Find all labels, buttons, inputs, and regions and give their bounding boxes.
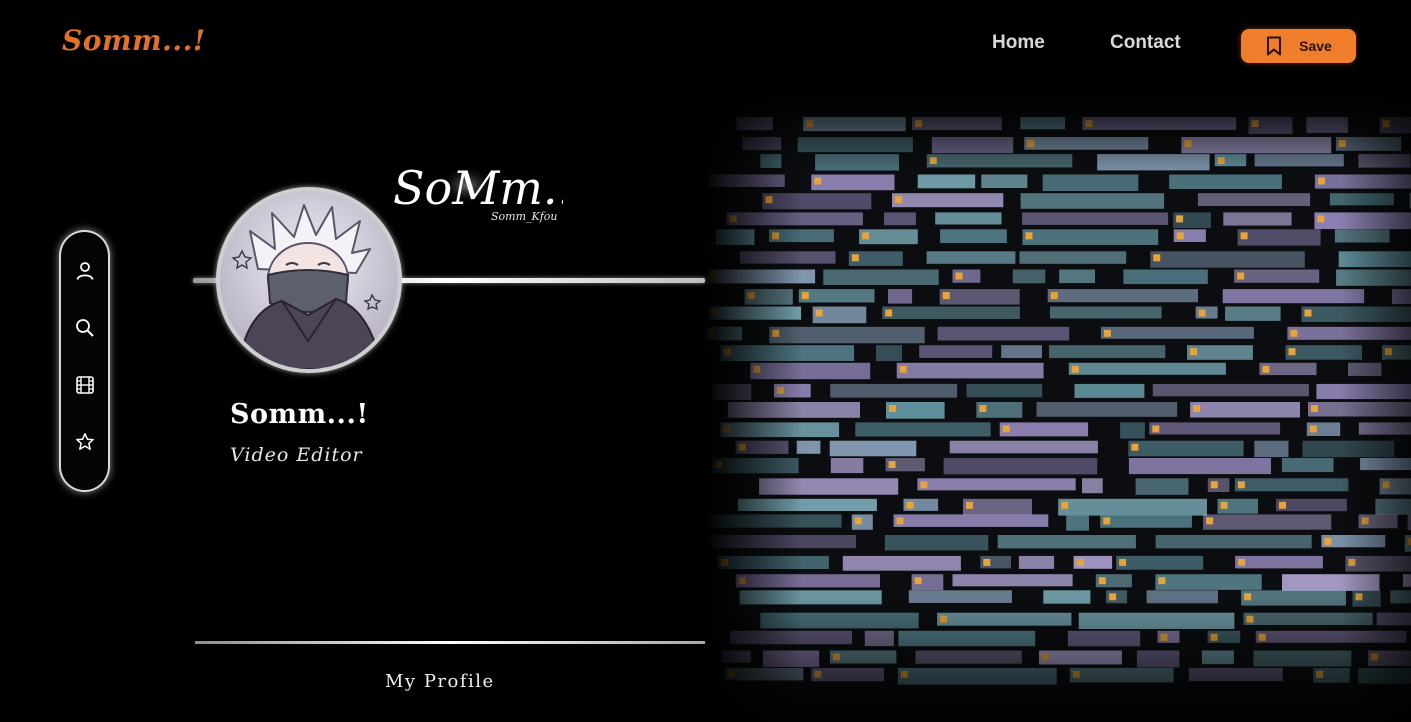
- search-icon: [75, 319, 94, 337]
- save-button[interactable]: Save: [1241, 29, 1356, 63]
- profile-divider-bottom: [195, 641, 705, 644]
- signature-logo: SoMm...! Somm_Kfou: [393, 152, 605, 232]
- nav-contact-link[interactable]: Contact: [1110, 32, 1181, 54]
- avatar-image: [220, 191, 398, 369]
- brand-logo[interactable]: Somm...!: [62, 24, 206, 57]
- sidebar-item-search[interactable]: [74, 317, 96, 339]
- film-icon: [75, 376, 94, 394]
- profile-role: Video Editor: [230, 444, 363, 466]
- bookmark-icon: [1267, 36, 1282, 56]
- signature-subtext: Somm_Kfou: [491, 210, 558, 223]
- sidebar-item-favorites[interactable]: [74, 431, 96, 453]
- my-profile-label[interactable]: My Profile: [385, 671, 495, 692]
- sidebar-item-videos[interactable]: [74, 374, 96, 396]
- sidebar: [61, 232, 108, 490]
- user-icon: [76, 262, 93, 280]
- profile-name: Somm...!: [230, 399, 369, 430]
- save-button-label: Save: [1299, 38, 1332, 54]
- signature-text: SoMm...!: [393, 161, 563, 215]
- avatar[interactable]: [216, 187, 402, 373]
- video-timeline-image: [703, 95, 1411, 722]
- timeline-graphic: [703, 95, 1411, 722]
- sidebar-item-profile[interactable]: [74, 260, 96, 282]
- nav-home-link[interactable]: Home: [992, 32, 1045, 54]
- star-icon: [75, 433, 94, 450]
